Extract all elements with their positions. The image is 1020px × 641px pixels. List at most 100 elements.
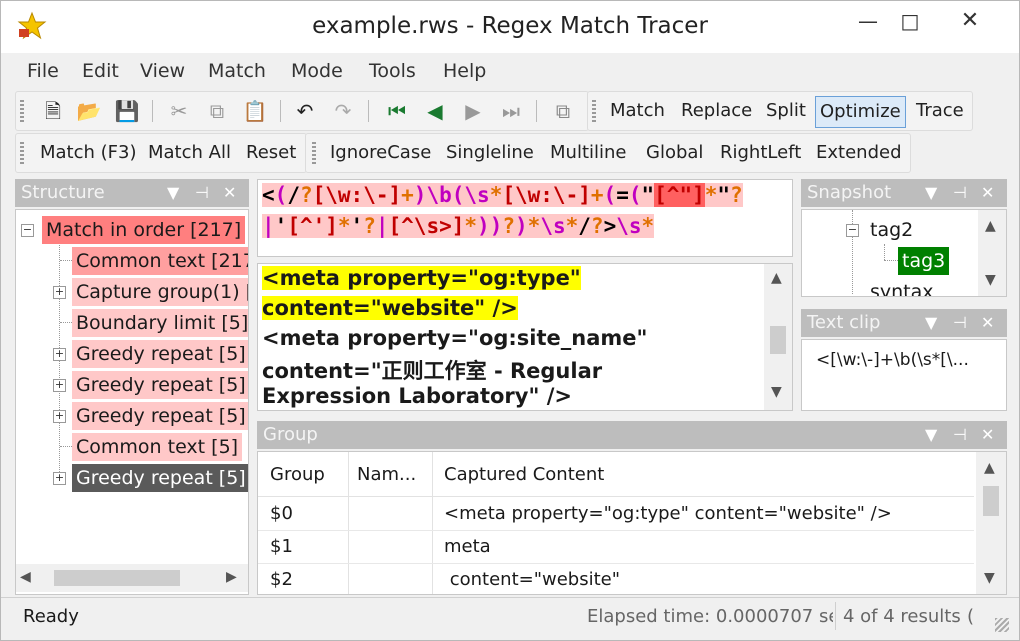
maximize-button[interactable]: □ xyxy=(891,7,929,37)
structure-horizontal-scrollbar[interactable]: ◀ ▶ xyxy=(16,564,248,592)
text-editor[interactable]: <meta property="og:type" content="websit… xyxy=(257,263,793,411)
column-header-group[interactable]: Group xyxy=(270,464,325,485)
tree-collapse-icon[interactable]: − xyxy=(21,224,34,237)
toolbar-grip[interactable] xyxy=(20,142,24,164)
split-mode-button[interactable]: Split xyxy=(762,98,810,124)
scrollbar-thumb[interactable] xyxy=(770,326,786,354)
regex-token: ? xyxy=(363,214,376,238)
optimize-mode-button[interactable]: Optimize xyxy=(815,96,906,128)
panel-dropdown-icon[interactable]: ▼ xyxy=(925,421,937,449)
panel-pin-icon[interactable]: ⊣ xyxy=(953,309,967,337)
ignorecase-toggle[interactable]: IgnoreCase xyxy=(326,140,435,166)
menu-view[interactable]: View xyxy=(140,60,185,82)
regex-editor[interactable]: <(/?[\w:\-]+)\b(\s*[\w:\-]+(=("[^"]*"? |… xyxy=(257,179,793,257)
menu-match[interactable]: Match xyxy=(208,60,266,82)
regex-token: " xyxy=(641,183,655,207)
new-file-icon[interactable]: 🗎 xyxy=(40,98,66,124)
column-header-captured-content[interactable]: Captured Content xyxy=(444,464,604,485)
tree-item-common-text[interactable]: Common text [217 xyxy=(72,247,248,275)
tree-expand-icon[interactable]: + xyxy=(53,379,66,392)
group-vertical-scrollbar[interactable]: ▲ ▼ xyxy=(976,452,1006,594)
copy-match-icon[interactable]: ⧉ xyxy=(550,98,576,124)
tree-item-capture-group[interactable]: Capture group(1) [ xyxy=(72,278,248,306)
table-row[interactable]: $2 content="website" xyxy=(258,564,974,594)
panel-dropdown-icon[interactable]: ▼ xyxy=(925,179,937,207)
tree-expand-icon[interactable]: + xyxy=(53,286,66,299)
copy-icon[interactable]: ⧉ xyxy=(204,98,230,124)
textclip-item[interactable]: <[\w:\-]+\b(\s*[\... xyxy=(816,350,969,370)
column-header-name[interactable]: Nam... xyxy=(357,464,416,485)
table-row[interactable]: $0 <meta property="og:type" content="web… xyxy=(258,498,974,531)
menu-edit[interactable]: Edit xyxy=(82,60,119,82)
scroll-right-icon[interactable]: ▶ xyxy=(226,569,237,585)
match-mode-button[interactable]: Match xyxy=(606,98,669,124)
trace-mode-button[interactable]: Trace xyxy=(912,98,968,124)
menu-file[interactable]: File xyxy=(27,60,59,82)
toolbar-grip[interactable] xyxy=(20,100,24,122)
singleline-toggle[interactable]: Singleline xyxy=(442,140,538,166)
multiline-toggle[interactable]: Multiline xyxy=(546,140,630,166)
tree-expand-icon[interactable]: + xyxy=(53,472,66,485)
scroll-down-icon[interactable]: ▼ xyxy=(771,384,782,400)
extended-toggle[interactable]: Extended xyxy=(812,140,906,166)
text-vertical-scrollbar[interactable]: ▲ ▼ xyxy=(764,264,792,410)
next-match-icon[interactable]: ▶ xyxy=(460,98,486,124)
panel-pin-icon[interactable]: ⊣ xyxy=(953,179,967,207)
panel-close-icon[interactable]: ✕ xyxy=(981,421,994,449)
match-all-button[interactable]: Match All xyxy=(144,140,235,166)
redo-icon[interactable]: ↷ xyxy=(330,98,356,124)
scroll-down-icon[interactable]: ▼ xyxy=(985,272,996,288)
scroll-left-icon[interactable]: ◀ xyxy=(20,569,31,585)
close-button[interactable]: ✕ xyxy=(951,7,989,37)
save-icon[interactable]: 💾 xyxy=(114,98,140,124)
open-folder-icon[interactable]: 📂 xyxy=(76,98,102,124)
menu-mode[interactable]: Mode xyxy=(291,60,343,82)
tree-item-greedy-repeat-selected[interactable]: Greedy repeat [5] xyxy=(72,464,248,492)
scroll-down-icon[interactable]: ▼ xyxy=(984,570,995,586)
previous-match-icon[interactable]: ◀ xyxy=(422,98,448,124)
scroll-up-icon[interactable]: ▲ xyxy=(985,218,996,234)
toolbar-grip[interactable] xyxy=(592,100,596,122)
tree-collapse-icon[interactable]: − xyxy=(846,224,859,237)
global-toggle[interactable]: Global xyxy=(642,140,707,166)
match-f3-button[interactable]: Match (F3) xyxy=(36,140,141,166)
panel-dropdown-icon[interactable]: ▼ xyxy=(167,179,179,207)
reset-button[interactable]: Reset xyxy=(242,140,300,166)
panel-close-icon[interactable]: ✕ xyxy=(981,179,994,207)
snapshot-item-tag3-selected[interactable]: tag3 xyxy=(898,247,950,275)
panel-pin-icon[interactable]: ⊣ xyxy=(195,179,209,207)
panel-dropdown-icon[interactable]: ▼ xyxy=(925,309,937,337)
tree-expand-icon[interactable]: + xyxy=(53,410,66,423)
paste-icon[interactable]: 📋 xyxy=(242,98,268,124)
table-row[interactable]: $1 meta xyxy=(258,531,974,564)
scroll-up-icon[interactable]: ▲ xyxy=(984,460,995,476)
resize-grip-icon[interactable] xyxy=(995,618,1009,632)
scrollbar-thumb[interactable] xyxy=(54,570,180,586)
tree-item-boundary-limit[interactable]: Boundary limit [5] xyxy=(72,309,248,337)
snapshot-vertical-scrollbar[interactable]: ▲ ▼ xyxy=(978,210,1006,296)
tree-expand-icon[interactable]: + xyxy=(53,348,66,361)
menu-tools[interactable]: Tools xyxy=(369,60,416,82)
minimize-button[interactable]: — xyxy=(849,7,887,37)
menu-help[interactable]: Help xyxy=(443,60,486,82)
tree-item-common-text[interactable]: Common text [5] xyxy=(72,433,243,461)
scroll-up-icon[interactable]: ▲ xyxy=(771,270,782,286)
snapshot-item-tag2[interactable]: tag2 xyxy=(866,216,917,244)
panel-pin-icon[interactable]: ⊣ xyxy=(953,421,967,449)
snapshot-item-syntax[interactable]: syntax xyxy=(866,278,938,296)
last-match-icon[interactable]: ⏭ xyxy=(498,98,524,124)
tree-item-greedy-repeat[interactable]: Greedy repeat [5] xyxy=(72,371,248,399)
tree-item-greedy-repeat[interactable]: Greedy repeat [5] xyxy=(72,402,248,430)
cut-icon[interactable]: ✂ xyxy=(166,98,192,124)
rightleft-toggle[interactable]: RightLeft xyxy=(716,140,805,166)
undo-icon[interactable]: ↶ xyxy=(292,98,318,124)
toolbar-grip[interactable] xyxy=(312,142,316,164)
first-match-icon[interactable]: ⏮ xyxy=(384,98,410,124)
replace-mode-button[interactable]: Replace xyxy=(677,98,756,124)
regex-line-1: <(/?[\w:\-]+)\b(\s*[\w:\-]+(=("[^"]*"? xyxy=(262,180,743,211)
scrollbar-thumb[interactable] xyxy=(983,486,999,516)
panel-close-icon[interactable]: ✕ xyxy=(223,179,236,207)
panel-close-icon[interactable]: ✕ xyxy=(981,309,994,337)
tree-item-match-in-order[interactable]: Match in order [217] xyxy=(42,216,246,244)
tree-item-greedy-repeat[interactable]: Greedy repeat [5] xyxy=(72,340,248,368)
